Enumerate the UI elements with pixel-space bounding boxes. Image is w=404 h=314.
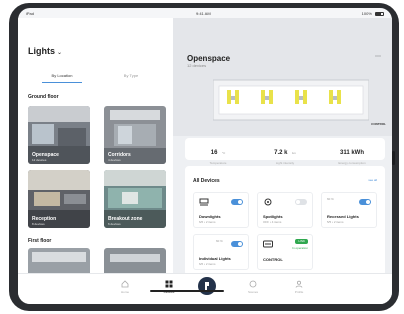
tab-label: Scenes xyxy=(247,290,258,294)
room-tile-openspace[interactable]: Openspace 12 devices xyxy=(28,106,90,164)
view-tabs: By Location By Type xyxy=(28,70,165,84)
battery-percent: 100% xyxy=(361,11,372,16)
device-status: OFF • 4 items xyxy=(263,220,282,224)
stat-label: Temperature xyxy=(209,161,227,165)
device-name: Downlights xyxy=(199,214,221,219)
device-percent: 60 % xyxy=(327,197,334,201)
room-devices: 6 devices xyxy=(108,222,121,226)
gateway-badge: LINK xyxy=(295,239,308,244)
lights-title-label: Lights xyxy=(28,46,55,56)
bottom-tab-bar: Home Devices Scenes Profile xyxy=(18,273,392,304)
devices-title: All Devices xyxy=(193,178,220,184)
gateway-icon xyxy=(263,240,273,248)
lights-dropdown[interactable]: Lights ⌄ xyxy=(28,46,62,56)
toggle-switch[interactable] xyxy=(231,241,243,247)
room-devices: 12 devices xyxy=(32,158,47,162)
room-detail-panel: Openspace 12 devices ⋯ CONTROL 16 °C Tem… xyxy=(173,18,392,276)
stat-energy: 311 kWh Energy consumption xyxy=(319,141,385,165)
device-name: Recessed Lights xyxy=(327,214,359,219)
device-card-spotlights[interactable]: Spotlights OFF • 4 items xyxy=(257,192,313,228)
stat-temperature: 16 °C Temperature xyxy=(185,141,251,165)
camera-notch xyxy=(392,151,395,165)
brand-icon xyxy=(205,282,209,290)
section-ground-floor: Ground floor xyxy=(28,94,59,100)
room-photo xyxy=(28,248,90,276)
device-status: 6/6 • 2 items xyxy=(199,220,216,224)
scenes-icon xyxy=(249,280,257,288)
device-percent: 60 % xyxy=(216,239,223,243)
stat-unit: lux xyxy=(291,151,296,155)
room-devices: 8 devices xyxy=(32,222,45,226)
brand-action-button[interactable] xyxy=(198,277,216,295)
room-photo xyxy=(104,248,166,276)
device-card-gateway[interactable]: LINK In operation CONTROL xyxy=(257,234,313,270)
room-tile-reception[interactable]: Reception 8 devices xyxy=(28,170,90,228)
toggle-switch[interactable] xyxy=(359,199,371,205)
status-time: 9:41 AM xyxy=(196,11,211,16)
see-all-link[interactable]: see all xyxy=(368,178,377,182)
gateway-brand: CONTROL xyxy=(263,257,283,262)
downlight-icon xyxy=(199,198,209,206)
profile-icon xyxy=(295,280,303,288)
status-left: iPad xyxy=(26,11,35,16)
active-tab-underline xyxy=(42,82,82,83)
room-tile-first-floor-1[interactable] xyxy=(28,248,90,276)
stat-value: 311 kWh xyxy=(339,150,364,156)
spotlight-icon xyxy=(264,198,272,206)
section-first-floor: First floor xyxy=(28,238,52,244)
app-screen: iPad 9:41 AM 100% Lights ⌄ By Location By… xyxy=(18,8,392,304)
room-hero: Openspace 12 devices ⋯ CONTROL xyxy=(173,18,392,136)
room-tile-breakout[interactable]: Breakout zone 6 devices xyxy=(104,170,166,228)
status-bar: iPad 9:41 AM 100% xyxy=(18,8,392,18)
room-devices: 4 devices xyxy=(108,158,121,162)
locations-panel: Lights ⌄ By Location By Type Ground floor… xyxy=(18,18,173,276)
room-subtitle: 12 devices xyxy=(187,63,207,68)
stage: iPad 9:41 AM 100% Lights ⌄ By Location By… xyxy=(0,0,404,314)
stat-value: 16 xyxy=(210,150,218,156)
room-title: Openspace xyxy=(187,54,231,63)
tab-home[interactable]: Home xyxy=(110,280,140,294)
stat-unit: °C xyxy=(221,151,226,155)
stat-light-intensity: 7.2 k lux Light intensity xyxy=(252,141,318,165)
home-icon xyxy=(121,280,129,288)
stat-label: Energy consumption xyxy=(338,161,366,165)
tab-label: Profile xyxy=(294,290,304,294)
toggle-switch[interactable] xyxy=(295,199,307,205)
home-indicator xyxy=(150,290,224,292)
stat-value: 7.2 k xyxy=(274,150,288,156)
gateway-status: In operation xyxy=(292,246,308,250)
room-stats: 16 °C Temperature 7.2 k lux Light intens… xyxy=(185,138,385,165)
brand-logo: CONTROL xyxy=(371,122,386,126)
device-card-individual[interactable]: 60 % Individual Lights 6/6 • 2 items xyxy=(193,234,249,270)
device-name: Spotlights xyxy=(263,214,283,219)
chevron-down-icon: ⌄ xyxy=(57,50,63,56)
battery-icon xyxy=(375,11,384,16)
tab-label: Home xyxy=(120,290,129,294)
more-options-icon[interactable]: ⋯ xyxy=(375,53,382,60)
stat-label: Light intensity xyxy=(275,161,295,165)
device-name: Individual Lights xyxy=(199,256,231,261)
device-card-downlights[interactable]: Downlights 6/6 • 2 items xyxy=(193,192,249,228)
all-devices-panel: All Devices see all Downlights 6/6 • 2 i… xyxy=(185,166,385,276)
device-status: 5/5 • 2 items xyxy=(327,220,344,224)
grid-icon xyxy=(165,280,173,288)
tab-scenes[interactable]: Scenes xyxy=(238,280,268,294)
room-floorplan xyxy=(213,79,369,121)
room-tile-first-floor-2[interactable] xyxy=(104,248,166,276)
status-right: 100% xyxy=(362,11,384,16)
tab-by-type[interactable]: By Type xyxy=(97,70,165,84)
tab-profile[interactable]: Profile xyxy=(284,280,314,294)
toggle-switch[interactable] xyxy=(231,199,243,205)
room-tile-corridors[interactable]: Corridors 4 devices xyxy=(104,106,166,164)
device-card-recessed[interactable]: 60 % Recessed Lights 5/5 • 2 items xyxy=(321,192,377,228)
device-status: 6/6 • 2 items xyxy=(199,262,216,266)
